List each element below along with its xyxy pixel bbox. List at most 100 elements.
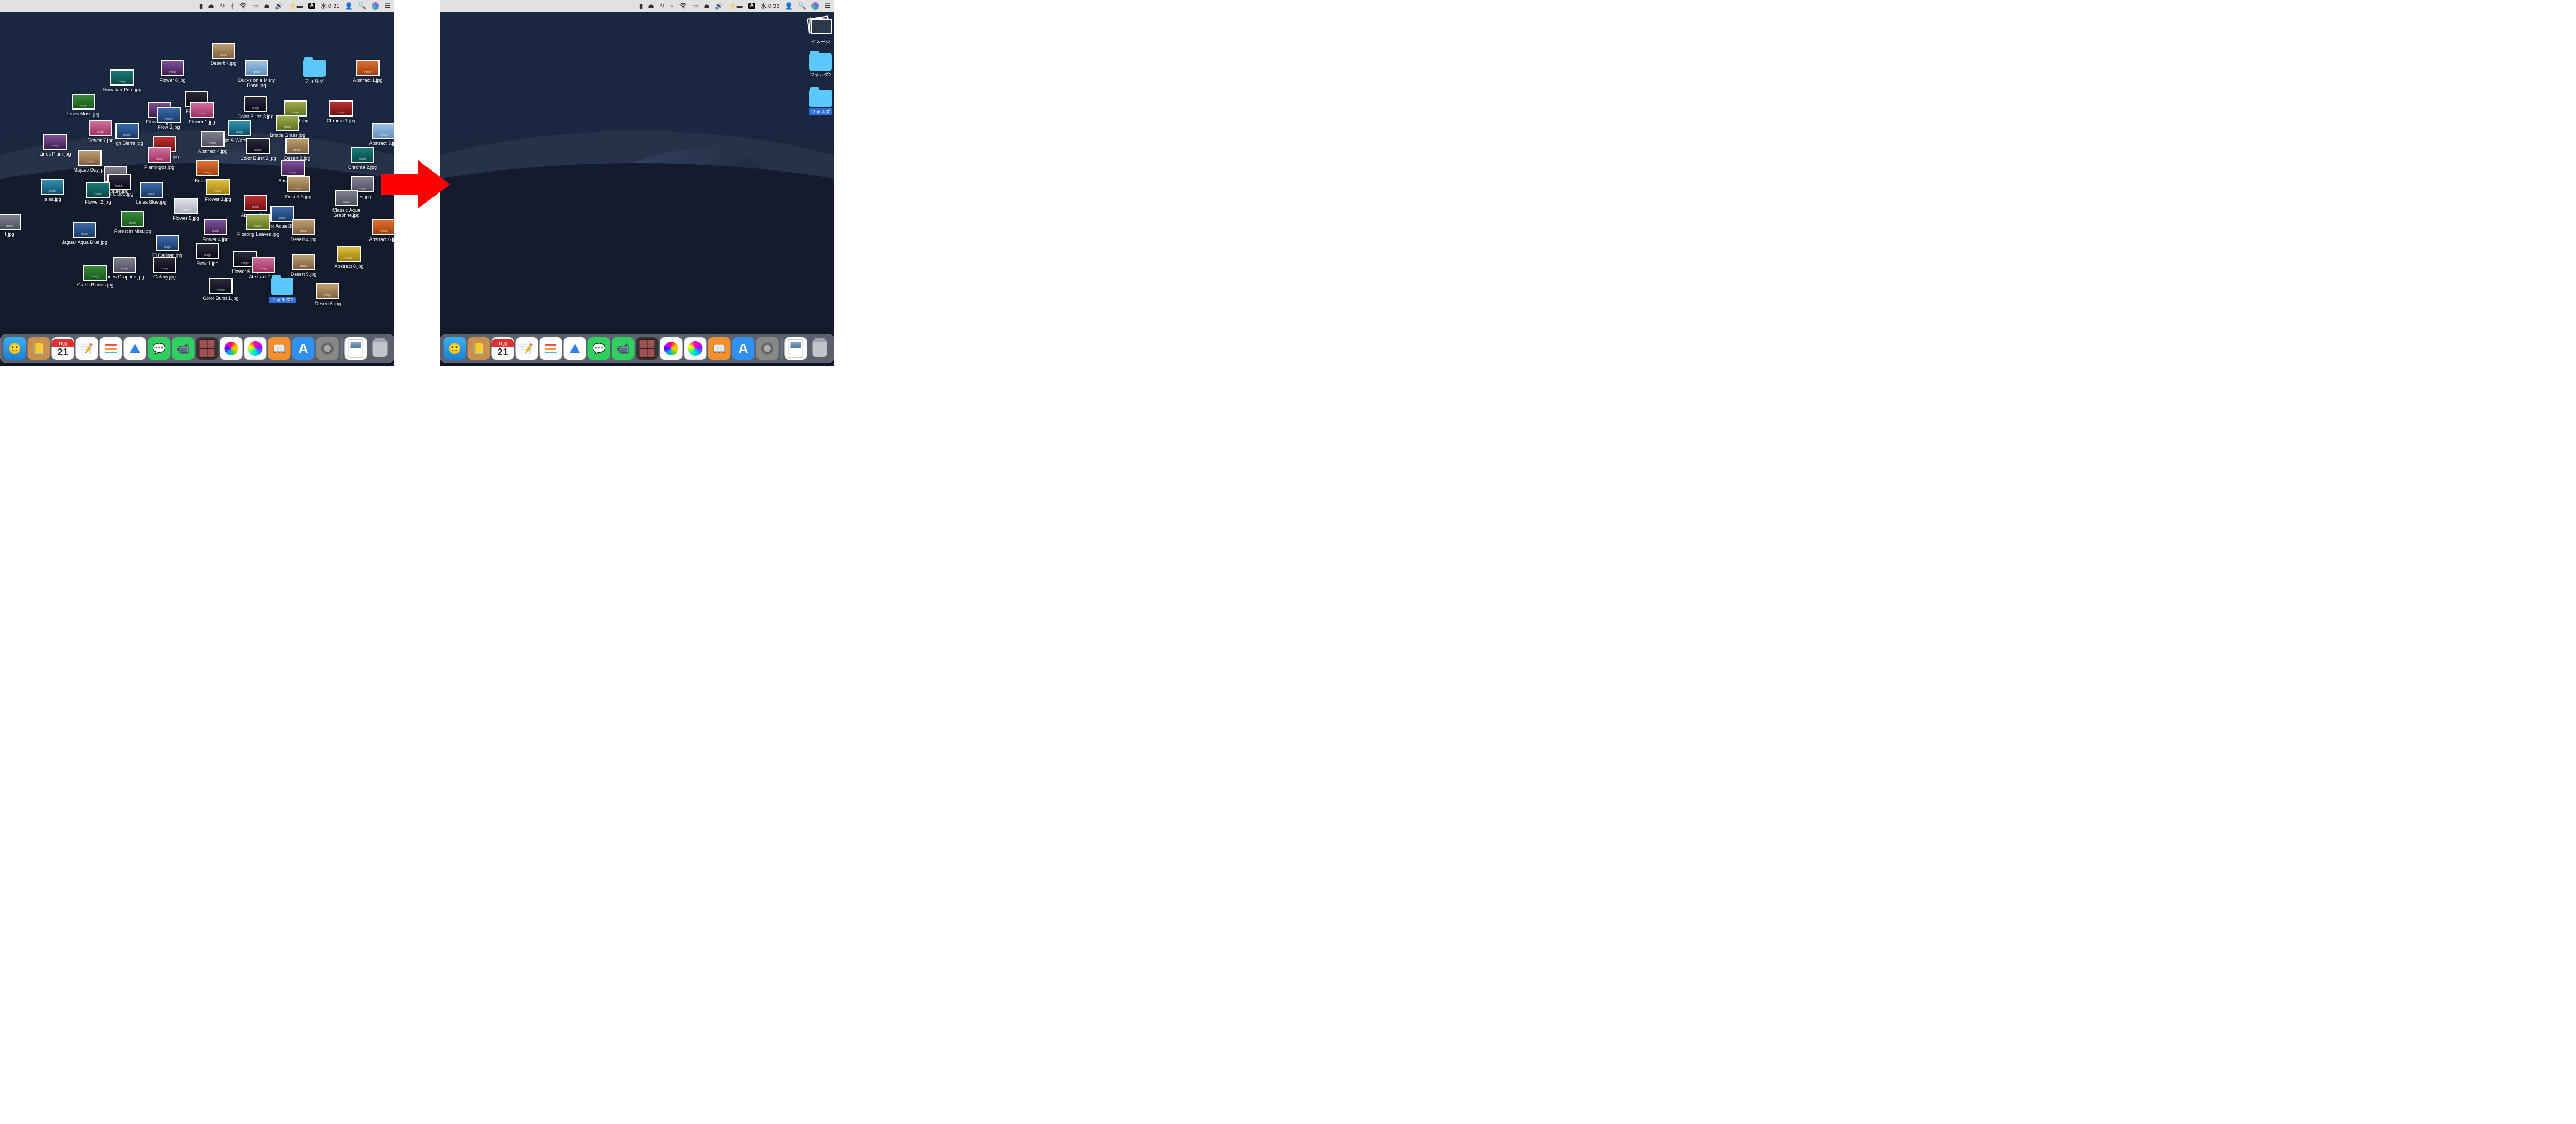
spotlight-icon[interactable]: 🔍 [798, 3, 806, 9]
notification-center-icon[interactable]: ☰ [824, 3, 830, 9]
dock-photobooth[interactable] [636, 337, 659, 360]
dock-photos[interactable] [220, 337, 243, 360]
desktop-file[interactable]: Desert 6.jpg [302, 283, 353, 306]
battery-icon[interactable]: ▮ [199, 3, 203, 9]
desktop-file[interactable]: t.jpg [0, 214, 35, 237]
dock-trash[interactable] [809, 337, 831, 360]
user-icon[interactable]: 👤 [785, 3, 793, 9]
icon-label: フォルダ [305, 79, 324, 84]
wifi-icon[interactable] [679, 3, 687, 10]
desktop-file[interactable]: Abstract 6.jpg [358, 219, 394, 242]
desktop-file[interactable]: Desert 2.jpg [272, 138, 323, 161]
display-icon[interactable]: ▭ [252, 3, 258, 9]
desktop-folder[interactable]: フォルダ [289, 60, 340, 84]
volume-icon[interactable]: 🔊 [715, 3, 723, 9]
eject-icon[interactable]: ⏏ [703, 3, 709, 9]
menubar-clock[interactable]: 水 0:33 [761, 2, 779, 10]
desktop-file[interactable]: Desert 5.jpg [278, 254, 329, 277]
desktop-file[interactable]: Chroma 1.jpg [315, 100, 367, 123]
dock-notes[interactable]: 📝 [516, 337, 538, 360]
desktop-folder[interactable]: フォルダ2 [795, 53, 834, 77]
dock-recent-doc[interactable] [785, 337, 807, 360]
desktop-file[interactable]: Grass Blades.jpg [69, 265, 121, 288]
dock-ibooks[interactable]: 📖 [708, 337, 731, 360]
dock-messages[interactable]: 💬 [588, 337, 610, 360]
desktop-file[interactable]: Abstract 1.jpg [342, 60, 393, 83]
desktop-stack[interactable]: イメージ [795, 17, 834, 44]
desktop-file[interactable]: Abstract 3.jpg [358, 123, 394, 146]
dock-finder[interactable]: 🙂 [4, 337, 26, 360]
desktop-file[interactable]: Flower 2.jpg [72, 182, 123, 205]
timemachine-icon[interactable]: ↻ [220, 3, 225, 9]
dock-system-preferences[interactable] [756, 337, 779, 360]
bluetooth-icon[interactable]: ᚼ [670, 3, 674, 9]
menubar-clock[interactable]: 水 0:31 [321, 2, 339, 10]
dock-recent-doc[interactable] [345, 337, 367, 360]
desktop-file[interactable]: Flower 4.jpg [190, 219, 241, 242]
desktop-folder[interactable]: フォルダ [795, 90, 834, 115]
icon-label: フォルダ [809, 108, 832, 115]
dock-itunes[interactable] [684, 337, 707, 360]
user-icon[interactable]: 👤 [345, 3, 353, 9]
desktop-file[interactable]: Abstract 8.jpg [323, 246, 375, 269]
display-icon[interactable]: ▭ [692, 3, 698, 9]
spotlight-icon[interactable]: 🔍 [358, 3, 366, 9]
eject-icon[interactable]: ⏏ [208, 3, 214, 9]
dock-facetime[interactable]: 📹 [612, 337, 635, 360]
dock-trash[interactable] [369, 337, 391, 360]
siri-icon[interactable] [372, 2, 379, 10]
dock-appstore[interactable]: A [292, 337, 315, 360]
siri-icon[interactable] [811, 2, 819, 10]
desktop-file[interactable]: Color Burst 1.jpg [195, 278, 246, 301]
dock-system-preferences[interactable] [316, 337, 339, 360]
icon-label: Desert 6.jpg [315, 301, 341, 306]
timemachine-icon[interactable]: ↻ [660, 3, 665, 9]
desktop-file[interactable]: Ducks on a Misty Pond.jpg [231, 60, 282, 89]
desktop-file[interactable]: Isles.jpg [27, 179, 78, 202]
dock-calendar[interactable]: 11月21 [492, 337, 514, 360]
ime-indicator[interactable]: A [308, 3, 315, 9]
dock-reminders[interactable] [100, 337, 122, 360]
desktop-file[interactable]: Jaguar Aqua Blue.jpg [59, 222, 110, 245]
dock-calendar[interactable]: 11月21 [52, 337, 74, 360]
desktop-folder[interactable]: フォルダ2 [257, 278, 308, 303]
desktop-file[interactable]: Abstract 4.jpg [187, 131, 238, 154]
desktop-file[interactable]: Bristle Grass.jpg [262, 115, 313, 138]
battery-charging-icon[interactable]: ⚡▬ [289, 3, 303, 9]
icon-label: Classic Aqua Graphite.jpg [321, 207, 372, 219]
volume-icon[interactable]: 🔊 [275, 3, 283, 9]
ime-indicator[interactable]: A [748, 3, 755, 9]
dock-maps[interactable] [564, 337, 586, 360]
eject-icon[interactable]: ⏏ [648, 3, 654, 9]
dock-reminders[interactable] [540, 337, 562, 360]
notification-center-icon[interactable]: ☰ [384, 3, 390, 9]
desktop-file[interactable]: Forest in Mist.jpg [107, 211, 158, 234]
dock-itunes[interactable] [244, 337, 267, 360]
dock-photos[interactable] [660, 337, 683, 360]
desktop-file[interactable]: Flamingos.jpg [134, 147, 185, 170]
dock-maps[interactable] [124, 337, 146, 360]
desktop-file[interactable]: Classic Aqua Graphite.jpg [321, 190, 372, 219]
battery-icon[interactable]: ▮ [639, 3, 643, 9]
dock-notes[interactable]: 📝 [76, 337, 98, 360]
desktop-file[interactable]: Desert 4.jpg [278, 219, 329, 242]
dock-messages[interactable]: 💬 [148, 337, 171, 360]
dock-finder[interactable]: 🙂 [444, 337, 466, 360]
dock-contacts[interactable]: 📒 [468, 337, 490, 360]
image-thumbnail [204, 219, 227, 235]
dock-facetime[interactable]: 📹 [172, 337, 195, 360]
desktop-file[interactable]: Flower 6.jpg [160, 198, 212, 221]
battery-charging-icon[interactable]: ⚡▬ [729, 3, 743, 9]
dock-ibooks[interactable]: 📖 [268, 337, 291, 360]
wifi-icon[interactable] [239, 3, 247, 10]
dock-appstore[interactable]: A [732, 337, 755, 360]
desktop-file[interactable]: Lines Moss.jpg [58, 94, 109, 117]
folder-icon [271, 278, 293, 295]
bluetooth-icon[interactable]: ᚼ [230, 3, 234, 9]
desktop-file[interactable]: Flower 8.jpg [147, 60, 198, 83]
eject-icon[interactable]: ⏏ [264, 3, 269, 9]
dock-contacts[interactable]: 📒 [28, 337, 50, 360]
dock-photobooth[interactable] [196, 337, 219, 360]
desktop-file[interactable]: Hawaiian Print.jpg [96, 69, 148, 92]
desktop-file[interactable]: Galaxy.jpg [139, 257, 190, 280]
